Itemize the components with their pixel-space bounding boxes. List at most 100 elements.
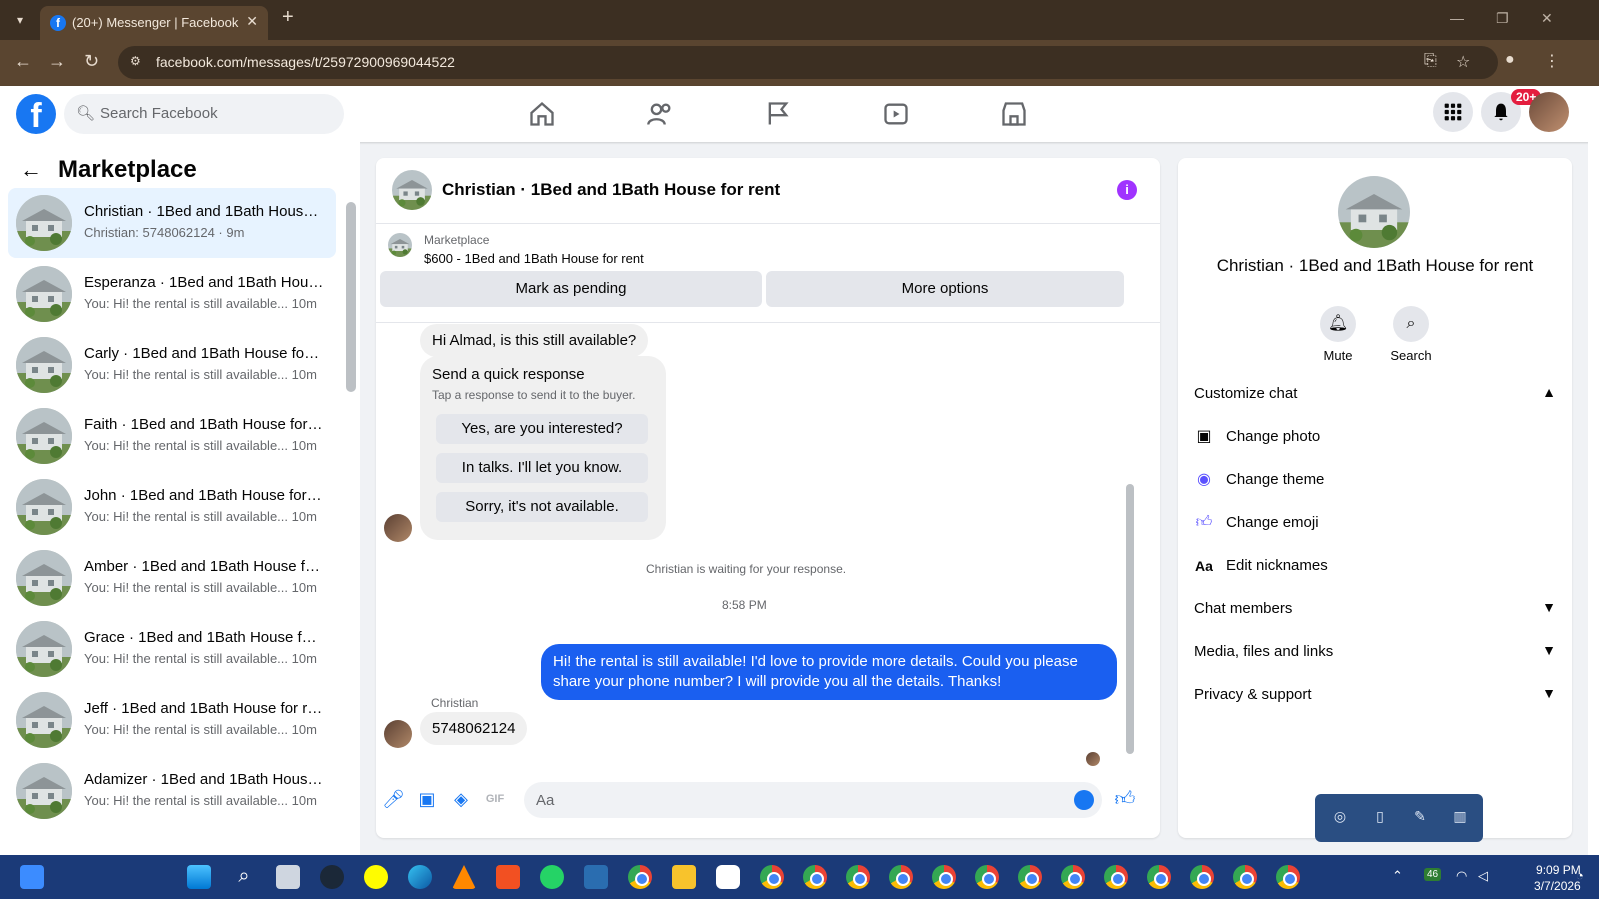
notification-bell-icon[interactable]: ◔ <box>1576 868 1584 883</box>
search-icon[interactable]: ⌕ <box>232 865 256 889</box>
steam-icon[interactable] <box>320 865 344 889</box>
change-photo-item[interactable]: ▣ Change photo <box>1194 417 1556 457</box>
store-icon[interactable] <box>496 865 520 889</box>
system-clock[interactable]: 9:09 PM 3/7/2026 <box>1534 862 1581 894</box>
volume-icon[interactable]: ◁ <box>1478 868 1488 884</box>
address-bar[interactable]: ⚙ facebook.com/messages/t/25972900969044… <box>118 46 1498 79</box>
friends-icon[interactable] <box>646 100 674 128</box>
microphone-icon[interactable]: 🎤︎ <box>382 788 405 810</box>
conversation-item[interactable]: Amber · 1Bed and 1Bath House for rent You… <box>8 543 336 613</box>
emoji-icon[interactable] <box>1074 790 1094 810</box>
vlc-icon[interactable] <box>452 865 476 889</box>
thread-scrollbar[interactable] <box>1124 324 1136 764</box>
chrome-icon[interactable] <box>1018 865 1042 889</box>
chrome-icon[interactable] <box>628 865 652 889</box>
account-avatar[interactable] <box>1529 92 1569 132</box>
chrome-icon[interactable] <box>889 865 913 889</box>
chat-title[interactable]: Christian · 1Bed and 1Bath House for ren… <box>442 180 780 200</box>
clipboard-icon[interactable]: ▯ <box>1370 808 1390 828</box>
conversation-item[interactable]: Grace · 1Bed and 1Bath House for rent You… <box>8 614 336 684</box>
menu-grid-button[interactable] <box>1433 92 1473 132</box>
chrome-icon[interactable] <box>803 865 827 889</box>
chrome-icon[interactable] <box>1233 865 1257 889</box>
quick-response-option[interactable]: Yes, are you interested? <box>436 414 648 444</box>
chevron-up-icon[interactable]: ⌃ <box>1392 868 1403 884</box>
video-icon[interactable] <box>882 100 910 128</box>
back-arrow-icon[interactable]: ← <box>20 157 42 182</box>
thumbs-up-icon[interactable]: 👍︎ <box>1114 788 1136 810</box>
site-info-icon[interactable]: ⚙ <box>130 54 146 70</box>
task-view-icon[interactable] <box>276 865 300 889</box>
search-conversation-button[interactable]: ⌕ Search <box>1381 306 1441 363</box>
facebook-search-input[interactable]: 🔍︎ Search Facebook <box>64 94 344 134</box>
capture-icon[interactable]: ◎ <box>1330 808 1350 828</box>
profile-icon[interactable]: ● <box>1505 51 1515 69</box>
sender-avatar[interactable] <box>384 720 412 748</box>
listing-price-title[interactable]: $600 - 1Bed and 1Bath House for rent <box>424 251 644 266</box>
conversation-item[interactable]: Faith · 1Bed and 1Bath House for rent You… <box>8 401 336 471</box>
mute-button[interactable]: 🔔︎ Mute <box>1308 306 1368 363</box>
home-icon[interactable] <box>528 100 556 128</box>
tab-search-dropdown-icon[interactable]: ▾ <box>8 8 32 32</box>
browser-menu-icon[interactable]: ⋮ <box>1544 51 1560 71</box>
conversation-item[interactable]: John · 1Bed and 1Bath House for rent You:… <box>8 472 336 542</box>
chat-members-section[interactable]: Chat members ▼ <box>1194 589 1556 629</box>
pen-icon[interactable]: ✎ <box>1410 808 1430 828</box>
sticker-icon[interactable]: ◈ <box>450 788 472 810</box>
facebook-logo-icon[interactable]: f <box>16 94 56 135</box>
chrome-icon[interactable] <box>932 865 956 889</box>
privacy-support-section[interactable]: Privacy & support ▼ <box>1194 675 1556 715</box>
chrome-icon[interactable] <box>1276 865 1300 889</box>
tab-close-icon[interactable]: ✕ <box>246 13 258 30</box>
conversation-item[interactable]: Carly · 1Bed and 1Bath House for rent You… <box>8 330 336 400</box>
new-tab-icon[interactable]: + <box>282 6 294 29</box>
listing-thumbnail[interactable] <box>388 233 412 257</box>
back-icon[interactable]: ← <box>14 51 32 72</box>
conversation-item[interactable]: Christian · 1Bed and 1Bath House for ren… <box>8 188 336 258</box>
chrome-icon[interactable] <box>1190 865 1214 889</box>
chrome-icon[interactable] <box>1104 865 1128 889</box>
sender-avatar[interactable] <box>384 514 412 542</box>
install-app-icon[interactable]: ⎘ <box>1424 52 1437 70</box>
widgets-icon[interactable] <box>20 865 44 889</box>
quick-response-option[interactable]: In talks. I'll let you know. <box>436 453 648 483</box>
conversation-item[interactable]: Jeff · 1Bed and 1Bath House for rent You:… <box>8 685 336 755</box>
conversation-item[interactable]: Esperanza · 1Bed and 1Bath House for ren… <box>8 259 336 329</box>
info-icon[interactable]: i <box>1117 180 1137 200</box>
reload-icon[interactable]: ↻ <box>84 51 99 72</box>
close-window-icon[interactable]: ✕ <box>1541 10 1553 27</box>
contact-avatar[interactable] <box>1338 176 1410 248</box>
whatsapp-icon[interactable] <box>540 865 564 889</box>
chrome-icon[interactable] <box>760 865 784 889</box>
more-options-button[interactable]: More options <box>766 271 1124 307</box>
gif-icon[interactable]: GIF <box>484 788 506 810</box>
bookmark-star-icon[interactable]: ☆ <box>1456 52 1470 72</box>
media-files-section[interactable]: Media, files and links ▼ <box>1194 632 1556 672</box>
change-emoji-item[interactable]: 👍︎ Change emoji <box>1194 503 1556 543</box>
chat-list-scrollbar[interactable] <box>345 192 356 842</box>
photo-attach-icon[interactable]: ▣ <box>416 788 438 810</box>
chrome-icon[interactable] <box>1147 865 1171 889</box>
start-icon[interactable] <box>187 865 211 889</box>
chrome-icon[interactable] <box>1061 865 1085 889</box>
browser-tab[interactable]: f (20+) Messenger | Facebook ✕ <box>40 6 268 40</box>
edit-nicknames-item[interactable]: Aa Edit nicknames <box>1194 546 1556 586</box>
pages-flag-icon[interactable] <box>764 100 792 128</box>
minimize-icon[interactable]: — <box>1450 10 1464 26</box>
snapchat-icon[interactable] <box>364 865 388 889</box>
battery-indicator[interactable]: 46 <box>1424 868 1442 881</box>
customize-chat-section[interactable]: Customize chat ▲ <box>1194 374 1556 414</box>
app-icon[interactable] <box>716 865 740 889</box>
chat-avatar[interactable] <box>392 170 432 210</box>
mark-as-pending-button[interactable]: Mark as pending <box>380 271 762 307</box>
edge-icon[interactable] <box>408 865 432 889</box>
restore-icon[interactable]: ❐ <box>1496 10 1509 27</box>
chart-icon[interactable]: ▥ <box>1450 808 1470 828</box>
message-input[interactable]: Aa <box>524 782 1102 818</box>
app-icon[interactable] <box>584 865 608 889</box>
change-theme-item[interactable]: ◉ Change theme <box>1194 460 1556 500</box>
page-scrollbar[interactable] <box>1588 86 1599 855</box>
marketplace-icon[interactable] <box>1000 100 1028 128</box>
chrome-icon[interactable] <box>846 865 870 889</box>
conversation-item[interactable]: Adamizer · 1Bed and 1Bath House for rent… <box>8 756 336 826</box>
